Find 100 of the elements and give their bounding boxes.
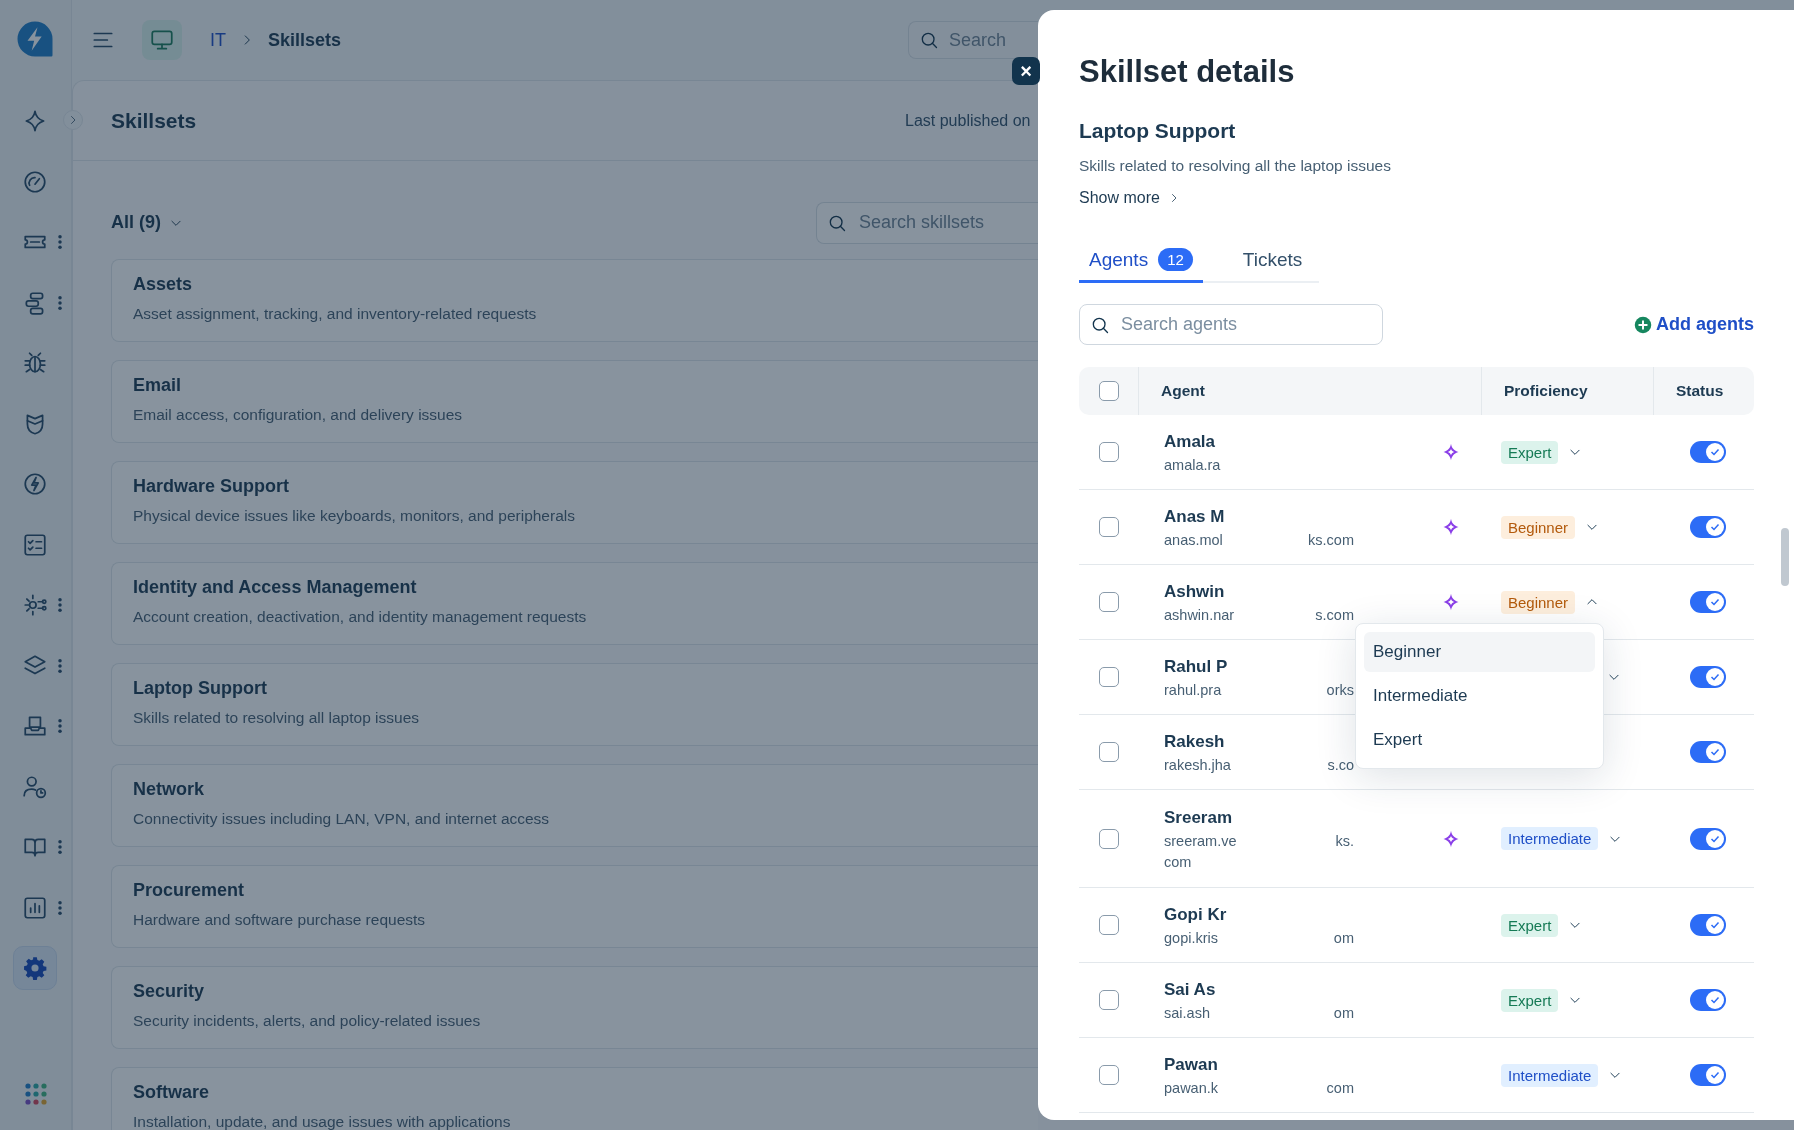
status-toggle[interactable] <box>1690 666 1726 688</box>
check-icon <box>1709 671 1721 683</box>
tray-icon <box>21 713 48 739</box>
scrollbar[interactable] <box>1781 528 1789 586</box>
check-icon <box>1709 994 1721 1006</box>
agent-email: rakesh.jha <box>1164 756 1231 773</box>
skillset-title: Identity and Access Management <box>133 577 418 598</box>
status-toggle[interactable] <box>1690 591 1726 613</box>
breadcrumb-link[interactable]: IT <box>210 29 226 51</box>
check-icon <box>1709 446 1721 458</box>
user-clock-icon <box>21 773 48 800</box>
column-header: Proficiency <box>1481 367 1653 415</box>
checkbox[interactable] <box>1098 742 1119 762</box>
agent-email: ashwin.nar <box>1164 606 1235 623</box>
agent-email: orks <box>1326 681 1354 698</box>
search-field[interactable]: Search agents <box>1079 304 1383 345</box>
search-field[interactable]: Search <box>908 21 1038 59</box>
skillset-card[interactable]: Hardware Support Physical device issues like keyboards, monitors, and peripherals <box>111 461 1038 544</box>
checkbox[interactable] <box>1098 442 1119 462</box>
skillset-card[interactable]: Procurement Hardware and software purchase requests <box>111 865 1038 948</box>
agent-email: ks.com <box>1308 531 1354 548</box>
checkbox[interactable] <box>1098 667 1119 687</box>
status-toggle[interactable] <box>1690 741 1726 763</box>
proficiency-badge: Expert <box>1501 913 1559 937</box>
checkbox[interactable] <box>1098 990 1119 1010</box>
skillset-title: Hardware Support <box>133 476 291 497</box>
workspace-button[interactable] <box>142 20 182 60</box>
agent-email: anas.mol <box>1164 531 1223 548</box>
menu-item[interactable]: Expert <box>1364 720 1595 760</box>
gauge-icon <box>21 168 48 195</box>
check-icon <box>1709 919 1721 931</box>
agent-name: Amala <box>1164 431 1217 452</box>
select-all-checkbox[interactable] <box>1098 381 1119 401</box>
checkbox[interactable] <box>1098 517 1119 537</box>
checkbox[interactable] <box>1098 1065 1119 1085</box>
skillset-description: Skills related to resolving all the laptop issues <box>1079 156 1392 176</box>
panel-title: Skillset details <box>1079 53 1296 91</box>
status-toggle[interactable] <box>1690 914 1726 936</box>
agent-name: Sreeram <box>1164 807 1234 828</box>
column-header: Status <box>1653 367 1754 415</box>
agent-email: om <box>1333 929 1354 946</box>
check-icon <box>1709 1069 1721 1081</box>
settings-icon <box>21 955 48 981</box>
kebab-menu-icon[interactable] <box>57 235 62 249</box>
agent-email: gopi.kris <box>1164 929 1218 946</box>
status-toggle[interactable] <box>1690 1064 1726 1086</box>
skillset-card[interactable]: Software Installation, update, and usage issues with applications <box>111 1067 1038 1130</box>
skillset-card[interactable]: Security Security incidents, alerts, and policy-related issues <box>111 966 1038 1049</box>
kebab-menu-icon[interactable] <box>57 900 62 915</box>
add-agents-button[interactable]: Add agents <box>1634 314 1754 335</box>
breadcrumb-current: Skillsets <box>268 29 342 51</box>
agent-name: Rahul P <box>1164 656 1229 677</box>
status-toggle[interactable] <box>1690 827 1726 850</box>
check-icon <box>1709 596 1721 608</box>
agent-email: rahul.pra <box>1164 681 1222 698</box>
skillset-card[interactable]: Assets Asset assignment, tracking, and inventory-related requests <box>111 259 1038 342</box>
skillset-title: Network <box>133 779 205 800</box>
kebab-menu-icon[interactable] <box>57 295 62 310</box>
skillset-description: Email access, configuration, and delivery issues <box>133 406 464 424</box>
proficiency-badge: Expert <box>1501 988 1559 1012</box>
agent-email: om <box>1333 1004 1354 1021</box>
app-grid-icon[interactable] <box>23 1082 48 1106</box>
proficiency-badge: Expert <box>1501 440 1559 464</box>
skillset-description: Security incidents, alerts, and policy-related issues <box>133 1012 482 1030</box>
checklist-icon <box>21 531 48 558</box>
filter-dropdown[interactable]: All (9) <box>111 212 183 233</box>
checkbox[interactable] <box>1098 828 1119 849</box>
status-toggle[interactable] <box>1690 441 1726 463</box>
skillset-description: Account creation, deactivation, and identity management requests <box>133 608 588 626</box>
status-toggle[interactable] <box>1690 989 1726 1011</box>
kebab-menu-icon[interactable] <box>57 658 62 673</box>
skillset-title: Software <box>133 1082 211 1103</box>
nav-button[interactable] <box>12 946 57 990</box>
status-toggle[interactable] <box>1690 516 1726 538</box>
menu-item[interactable]: Intermediate <box>1364 676 1595 716</box>
check-icon <box>1709 746 1721 758</box>
skillset-description: Connectivity issues including LAN, VPN, and internet access <box>133 810 551 828</box>
tab[interactable]: Tickets <box>1232 239 1313 283</box>
skillset-card[interactable]: Identity and Access Management Account creation, deactivation, and identity management requests <box>111 562 1038 645</box>
skillset-title: Email <box>133 375 183 396</box>
skillset-description: Hardware and software purchase requests <box>133 911 427 929</box>
skillset-description: Asset assignment, tracking, and inventory-related requests <box>133 305 538 323</box>
proficiency-badge: Beginner <box>1501 590 1576 614</box>
checkbox[interactable] <box>1098 915 1119 935</box>
proficiency-badge: Intermediate <box>1501 827 1599 850</box>
agent-name: Pawan <box>1164 1054 1219 1075</box>
kebab-menu-icon[interactable] <box>57 598 62 612</box>
search-field[interactable]: Search skillsets <box>816 201 1038 244</box>
close-button[interactable]: × <box>1012 57 1040 85</box>
skillset-card[interactable]: Network Connectivity issues including LAN, VPN, and internet access <box>111 764 1038 847</box>
show-more-link[interactable]: Show more <box>1079 189 1180 207</box>
tab[interactable]: Agents 12 <box>1079 239 1203 283</box>
agent-name: Gopi Kr <box>1164 904 1228 925</box>
check-icon <box>1709 521 1721 533</box>
checkbox[interactable] <box>1098 592 1119 612</box>
kebab-menu-icon[interactable] <box>57 719 62 733</box>
skillset-card[interactable]: Email Email access, configuration, and delivery issues <box>111 360 1038 443</box>
menu-item[interactable]: Beginner <box>1364 632 1595 672</box>
kebab-menu-icon[interactable] <box>57 840 62 854</box>
skillset-card[interactable]: Laptop Support Skills related to resolving all laptop issues <box>111 663 1038 746</box>
